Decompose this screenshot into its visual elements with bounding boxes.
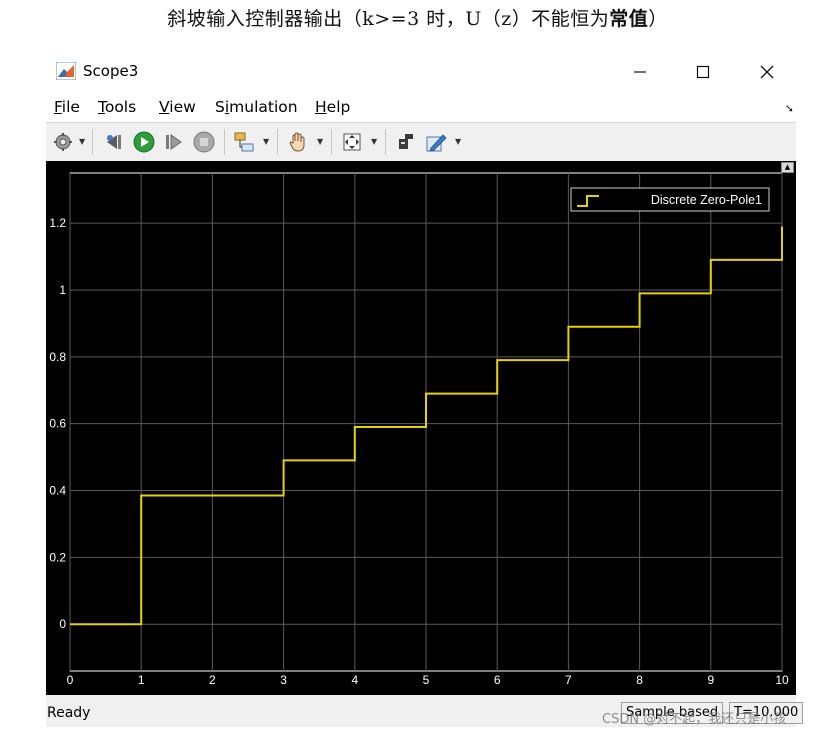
plot-svg[interactable]: 0 1 2 3 4 5 6 7 8 9 10 0 0.2 0.4 0.6 0.8 1 1.2 Discrete Z… <box>46 161 796 695</box>
x-tick-label: 0 <box>67 673 74 687</box>
y-tick-label: 1 <box>59 283 66 297</box>
gear-icon[interactable] <box>52 131 74 153</box>
menu-tools[interactable]: Tools <box>98 98 136 116</box>
menu-simulation[interactable]: Simulation <box>215 98 298 116</box>
y-tick-label: 0.6 <box>49 417 66 431</box>
y-tick-label: 0.4 <box>49 484 66 498</box>
x-tick-label: 4 <box>351 673 358 687</box>
x-tick-label: 2 <box>209 673 216 687</box>
x-tick-label: 3 <box>280 673 287 687</box>
x-tick-label: 6 <box>494 673 501 687</box>
gear-dropdown-icon[interactable]: ▼ <box>79 137 85 146</box>
menu-bar: File Tools View Simulation Help ➘ <box>46 94 796 120</box>
tick-labels: 0 1 2 3 4 5 6 7 8 9 10 0 0.2 0.4 0.6 0.8 1 1.2 <box>49 216 789 687</box>
x-tick-label: 8 <box>636 673 643 687</box>
status-ready: Ready <box>47 705 91 721</box>
style-dropdown-icon[interactable]: ▼ <box>455 137 461 146</box>
caption-bold-text: 常值 <box>609 8 649 30</box>
toolbar-separator <box>385 129 386 155</box>
zoom-fit-icon[interactable] <box>340 131 364 153</box>
minimize-button[interactable] <box>617 56 663 88</box>
matlab-icon <box>56 62 76 80</box>
plot-area[interactable]: 0 1 2 3 4 5 6 7 8 9 10 0 0.2 0.4 0.6 0.8 1 1.2 Discrete Z… <box>46 161 796 695</box>
window-title: Scope3 <box>83 62 139 80</box>
y-tick-label: 1.2 <box>49 216 66 230</box>
menu-file[interactable]: File <box>54 98 80 116</box>
maximize-icon <box>696 65 710 79</box>
caption-text: 斜坡输入控制器输出（k>=3 时，U（z）不能恒为 <box>167 8 610 30</box>
toolbar-separator <box>277 129 278 155</box>
caption-end: ） <box>648 8 668 30</box>
y-tick-label: 0.8 <box>49 350 66 364</box>
y-tick-label: 0.2 <box>49 550 66 564</box>
x-tick-label: 7 <box>565 673 572 687</box>
y-tick-label: 0 <box>59 617 66 631</box>
x-tick-label: 9 <box>707 673 714 687</box>
page-caption: 斜坡输入控制器输出（k>=3 时，U（z）不能恒为常值） <box>0 4 835 31</box>
style-icon[interactable] <box>424 131 448 153</box>
x-tick-label: 5 <box>423 673 430 687</box>
scope-window: Scope3 File Tools View Simulation Help ➘… <box>46 52 804 727</box>
menu-dock-arrow-icon[interactable]: ➘ <box>785 102 794 115</box>
step-forward-icon[interactable] <box>162 131 186 153</box>
close-button[interactable] <box>744 56 790 88</box>
minimize-icon <box>634 71 646 73</box>
step-back-icon[interactable] <box>102 131 126 153</box>
toolbar-separator <box>92 129 93 155</box>
watermark: CSDN @对不起，我还只是小孩 <box>602 712 787 727</box>
legend[interactable]: Discrete Zero-Pole1 <box>570 187 770 212</box>
title-bar: Scope3 <box>46 52 796 92</box>
close-icon <box>760 65 774 79</box>
menu-help[interactable]: Help <box>315 98 350 116</box>
maximize-button[interactable] <box>680 56 726 88</box>
pan-dropdown-icon[interactable]: ▼ <box>317 137 323 146</box>
zoom-dropdown-icon[interactable]: ▼ <box>371 137 377 146</box>
stop-icon[interactable] <box>192 131 216 153</box>
highlight-dropdown-icon[interactable]: ▼ <box>263 137 269 146</box>
toolbar-separator <box>331 129 332 155</box>
toolbar: ▼ ▼ ▼ ▼ ▼ <box>46 122 796 162</box>
legend-label: Discrete Zero-Pole1 <box>651 193 762 207</box>
cursor-measure-icon[interactable] <box>394 131 418 153</box>
undock-axes-icon[interactable]: ▲ <box>781 162 794 173</box>
run-icon[interactable] <box>132 131 156 153</box>
highlight-block-icon[interactable] <box>232 131 256 153</box>
toolbar-separator <box>224 129 225 155</box>
menu-view[interactable]: View <box>159 98 196 116</box>
x-tick-label: 1 <box>138 673 145 687</box>
x-tick-label: 10 <box>775 673 789 687</box>
pan-icon[interactable] <box>286 131 310 153</box>
